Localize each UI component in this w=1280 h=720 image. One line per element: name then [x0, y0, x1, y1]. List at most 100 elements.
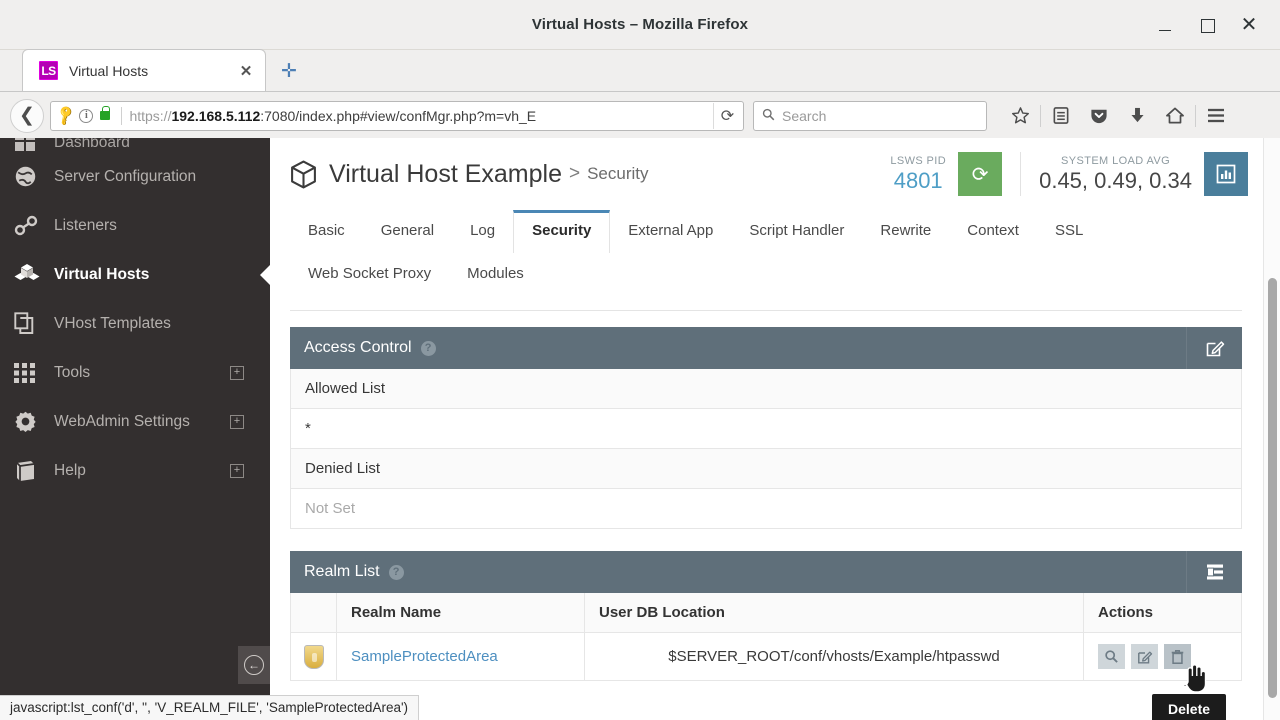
access-control-label-1: Denied List [290, 449, 1242, 489]
actions-cell [1083, 632, 1242, 681]
sidebar-item-server-configuration[interactable]: Server Configuration [0, 152, 270, 201]
header-divider [1020, 152, 1022, 196]
browser-tab-label: Virtual Hosts [69, 62, 149, 79]
home-icon[interactable] [1156, 99, 1194, 133]
view-icon[interactable] [1098, 644, 1125, 669]
book-icon [14, 460, 54, 482]
help-icon[interactable]: ? [420, 340, 436, 356]
page-info-icon[interactable]: i [79, 108, 94, 123]
close-button[interactable]: ✕ [1240, 15, 1258, 35]
sidebar: Dashboard Server Configuration Listeners Vi… [0, 138, 270, 720]
tab-close-icon[interactable]: ✕ [237, 62, 255, 80]
realm-name-cell: SampleProtectedArea [336, 632, 585, 681]
window-titlebar: Virtual Hosts – Mozilla Firefox ✕ [0, 0, 1280, 50]
back-button-icon[interactable]: ❮ [10, 98, 44, 133]
sidebar-item-webadmin-settings[interactable]: WebAdmin Settings + [0, 397, 270, 446]
edit-icon[interactable] [1131, 644, 1158, 669]
tab-log[interactable]: Log [452, 210, 513, 253]
tab-security[interactable]: Security [513, 210, 611, 253]
search-input[interactable]: Search [782, 108, 826, 124]
pocket-icon[interactable] [1080, 99, 1118, 133]
tab-context[interactable]: Context [949, 210, 1037, 253]
browser-toolbar-icons [1001, 99, 1235, 133]
site-identity-block[interactable]: 🔑 i [54, 104, 117, 127]
downloads-icon[interactable] [1118, 99, 1156, 133]
new-tab-icon[interactable]: ✛ [274, 54, 304, 88]
chart-icon[interactable] [1204, 152, 1248, 196]
table-row[interactable]: SampleProtectedArea $SERVER_ROOT/conf/vho… [290, 632, 1242, 681]
restart-icon[interactable]: ⟳ [958, 152, 1003, 196]
sidebar-item-dashboard[interactable]: Dashboard [0, 138, 270, 152]
url-scheme: https:// [129, 107, 172, 124]
realm-list-header: Realm List ? [290, 551, 1242, 593]
help-icon-realm[interactable]: ? [388, 564, 404, 580]
reload-icon[interactable]: ⟳ [713, 102, 741, 129]
url-input[interactable]: https://192.168.5.112:7080/index.php#vie… [129, 108, 713, 124]
copy-icon [14, 312, 54, 335]
tab-script-handler[interactable]: Script Handler [731, 210, 862, 253]
sidebar-collapse-button[interactable]: ← [238, 646, 270, 684]
cube-icon [290, 160, 317, 189]
col-icon-header [290, 593, 337, 633]
tab-modules[interactable]: Modules [449, 253, 542, 296]
search-icon [762, 108, 775, 124]
sidebar-item-virtual-hosts[interactable]: Virtual Hosts [0, 250, 270, 299]
page-scrollbar-thumb[interactable] [1268, 278, 1277, 698]
access-control-header: Access Control ? [290, 327, 1242, 369]
realm-list-body: SampleProtectedArea $SERVER_ROOT/conf/vho… [290, 632, 1242, 681]
system-load-block: SYSTEM LOAD AVG 0.45, 0.49, 0.34 [1039, 155, 1192, 194]
sidebar-item-label: Server Configuration [54, 167, 197, 185]
toolbar-divider-2 [1195, 104, 1196, 127]
tab-external-app[interactable]: External App [610, 210, 731, 253]
vhost-header: Virtual Host Example > Security LSWS PID… [270, 138, 1262, 210]
search-bar[interactable]: Search [753, 100, 987, 131]
action-button-group [1098, 644, 1227, 669]
library-icon[interactable] [1042, 99, 1080, 133]
config-tabs: Basic General Log Security External App Scrip… [290, 210, 1242, 296]
browser-navbar: ❮ 🔑 i https://192.168.5.112:7080/index.p… [0, 92, 1280, 140]
add-row-icon[interactable] [1186, 551, 1242, 593]
lsws-pid-label: LSWS PID [890, 154, 947, 167]
access-control-value-1: Not Set [290, 489, 1242, 529]
realm-name-link[interactable]: SampleProtectedArea [351, 648, 498, 665]
tab-ssl[interactable]: SSL [1037, 210, 1101, 253]
realm-list-title: Realm List [304, 563, 380, 580]
globe-icon [14, 165, 54, 188]
sidebar-item-tools[interactable]: Tools + [0, 348, 270, 397]
url-host: 192.168.5.112 [171, 107, 261, 124]
bookmark-star-icon[interactable] [1001, 99, 1039, 133]
maximize-button[interactable] [1198, 16, 1216, 34]
sidebar-item-vhost-templates[interactable]: VHost Templates [0, 299, 270, 348]
lsws-pid-block: LSWS PID 4801 [890, 155, 946, 194]
tab-web-socket-proxy[interactable]: Web Socket Proxy [290, 253, 449, 296]
sidebar-expand-icon[interactable]: + [230, 463, 244, 478]
delete-tooltip: Delete [1152, 694, 1227, 720]
sidebar-item-label: Help [54, 461, 86, 479]
page-viewport: Dashboard Server Configuration Listeners Vi… [0, 138, 1280, 720]
realm-list-table: Realm Name User DB Location Actions Samp… [290, 593, 1242, 681]
col-actions-header: Actions [1083, 593, 1242, 633]
tab-basic[interactable]: Basic [290, 210, 363, 253]
col-realm-name-header: Realm Name [336, 593, 585, 633]
hamburger-menu-icon[interactable] [1197, 99, 1235, 133]
edit-icon[interactable] [1186, 327, 1242, 369]
breadcrumb-separator: > [568, 163, 581, 184]
tab-general[interactable]: General [363, 210, 452, 253]
link-status-bar: javascript:lst_conf('d', '', 'V_REALM_FI… [0, 695, 420, 720]
tab-rewrite[interactable]: Rewrite [862, 210, 949, 253]
window-title: Virtual Hosts – Mozilla Firefox [531, 16, 749, 33]
user-db-location-cell: $SERVER_ROOT/conf/vhosts/Example/htpassw… [584, 632, 1084, 681]
access-control-rows: Allowed List * Denied List Not Set [290, 369, 1242, 529]
lsws-pid-value: 4801 [893, 167, 943, 193]
sidebar-item-listeners[interactable]: Listeners [0, 201, 270, 250]
url-bar[interactable]: 🔑 i https://192.168.5.112:7080/index.php… [50, 100, 744, 131]
page-scrollbar[interactable] [1263, 138, 1280, 720]
browser-tabstrip: LS Virtual Hosts ✕ ✛ [0, 49, 1280, 92]
config-tabs-wrap: Basic General Log Security External App Scrip… [270, 210, 1262, 311]
minimize-button[interactable] [1156, 16, 1174, 34]
delete-icon[interactable] [1164, 644, 1191, 669]
sidebar-expand-icon[interactable]: + [230, 365, 244, 380]
sidebar-expand-icon[interactable]: + [230, 414, 244, 429]
browser-tab-virtual-hosts[interactable]: LS Virtual Hosts ✕ [22, 49, 266, 91]
sidebar-item-help[interactable]: Help + [0, 446, 270, 495]
